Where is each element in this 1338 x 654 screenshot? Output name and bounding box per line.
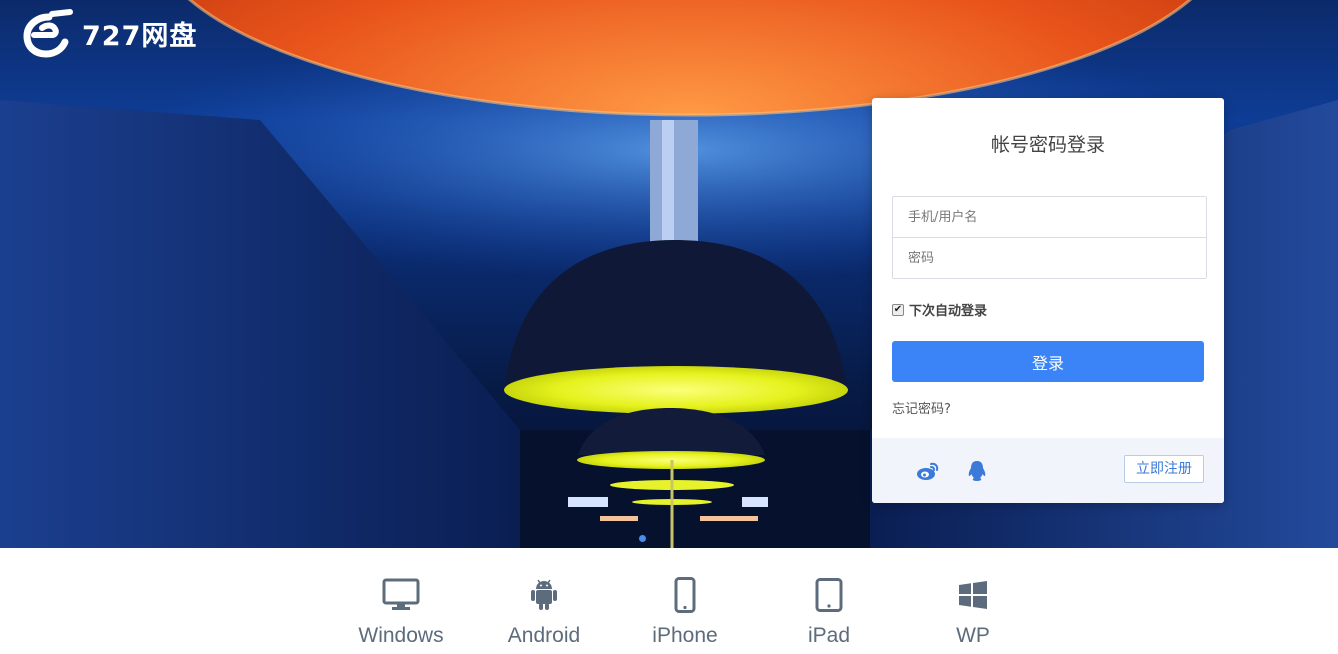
social-login-bar: 立即注册 [872,438,1224,503]
password-input[interactable] [892,237,1207,279]
android-icon [489,576,599,614]
platform-ipad[interactable]: iPad [774,576,884,648]
login-card: 帐号密码登录 ✔ 下次自动登录 登录 忘记密码? 立即注册 [872,98,1224,503]
brand-name: 727网盘 [82,20,198,52]
ipad-icon [774,576,884,614]
remember-label: 下次自动登录 [909,304,988,319]
platform-downloads: Windows Android iPhone iPad WP [0,548,1338,654]
remember-checkbox[interactable]: ✔ [892,303,904,316]
qq-icon[interactable] [964,458,990,484]
weibo-icon[interactable] [915,458,941,484]
platform-label: iPhone [652,624,718,647]
platform-wp[interactable]: WP [918,576,1028,648]
monitor-icon [346,576,456,614]
iphone-icon [630,576,740,614]
eg-logo-icon [22,8,74,58]
username-input[interactable] [892,196,1207,238]
carousel-indicator[interactable] [639,535,646,542]
forgot-password-link[interactable]: 忘记密码? [892,398,951,417]
platform-label: Windows [358,624,444,647]
platform-label: Android [507,624,581,647]
windows-logo-icon [918,576,1028,614]
login-title: 帐号密码登录 [990,134,1105,156]
platform-windows[interactable]: Windows [346,576,456,648]
platform-android[interactable]: Android [489,576,599,648]
brand-logo[interactable]: 727网盘 [22,8,197,58]
remember-me[interactable]: ✔ 下次自动登录 [892,300,987,319]
register-button[interactable]: 立即注册 [1124,455,1204,483]
platform-iphone[interactable]: iPhone [630,576,740,648]
platform-label: WP [956,624,990,647]
login-button[interactable]: 登录 [892,341,1204,382]
platform-label: iPad [807,624,851,647]
